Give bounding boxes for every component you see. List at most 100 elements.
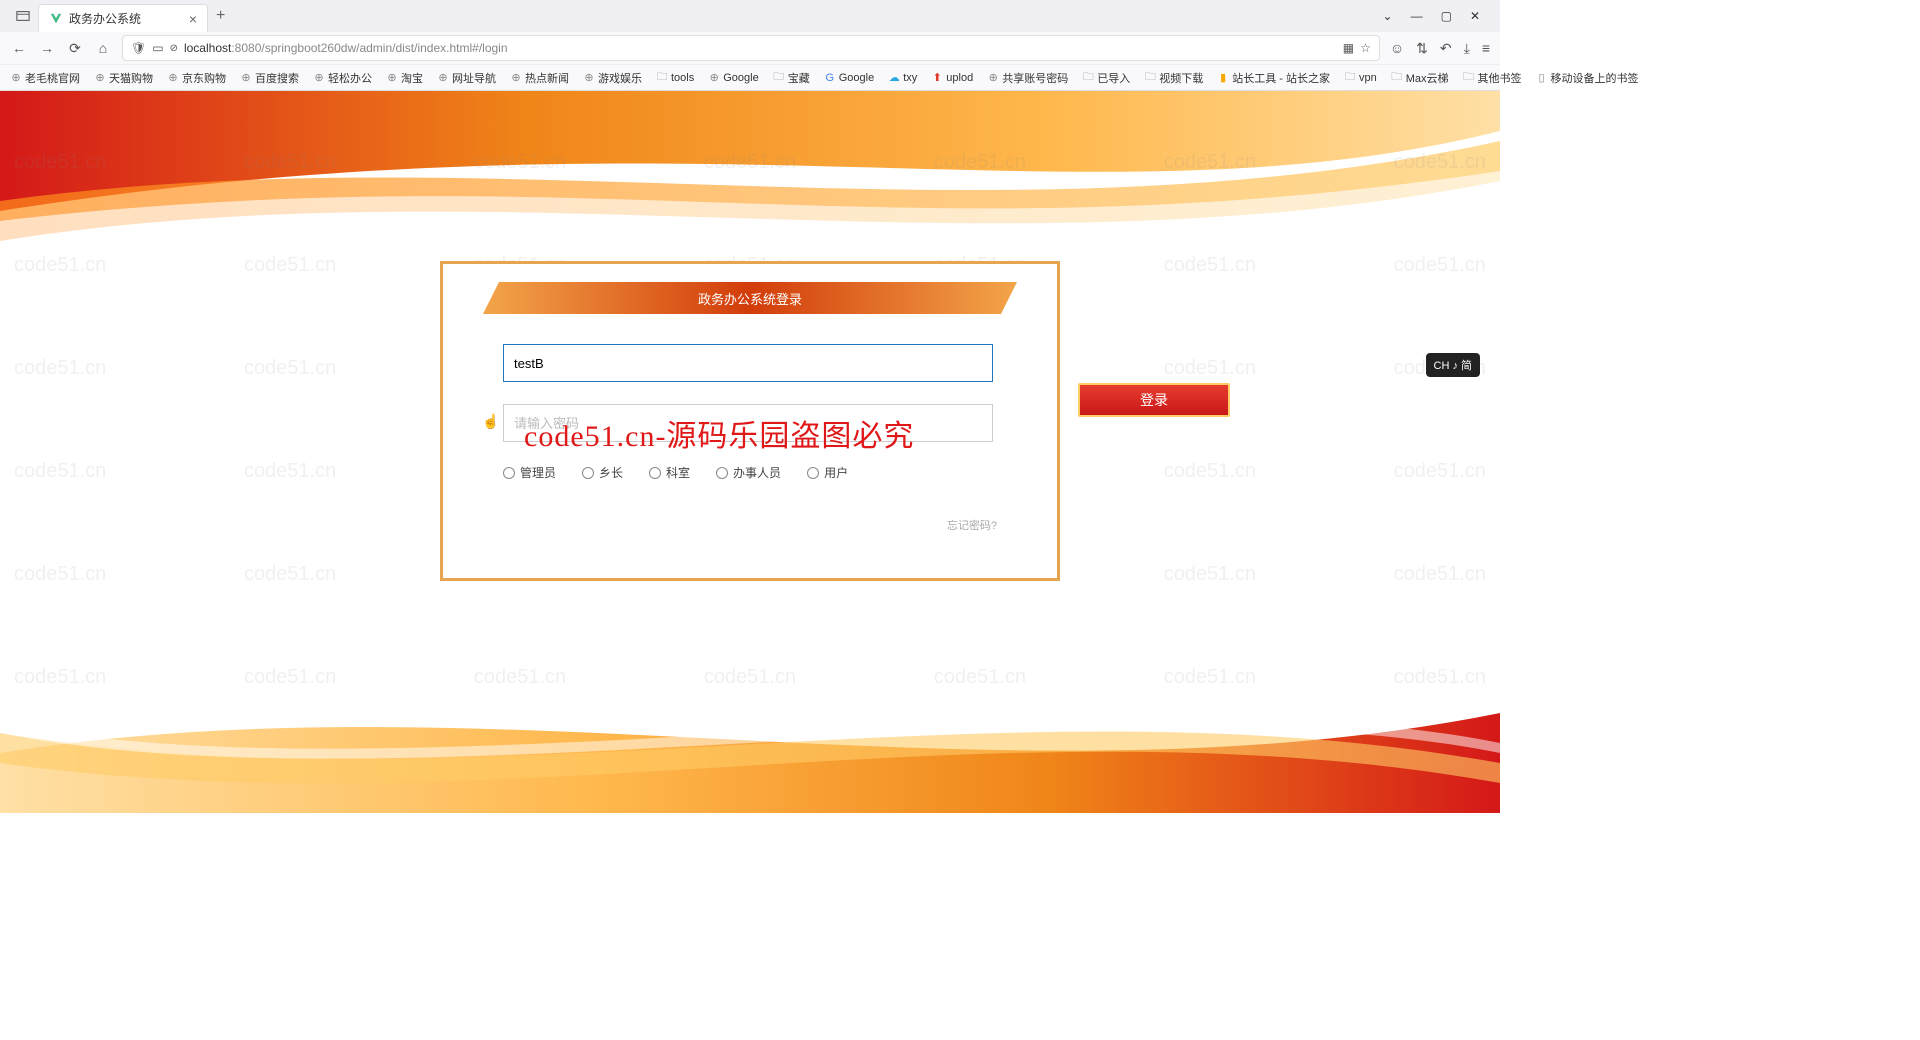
page-content: code51.cncode51.cncode51.cncode51.cncode… <box>0 91 1500 813</box>
globe-icon: ⊕ <box>437 72 449 84</box>
folder-icon: 🗀 <box>1391 72 1403 84</box>
bookmark-item[interactable]: 🗀Max云梯 <box>1391 70 1449 86</box>
bookmark-item[interactable]: 🗀vpn <box>1344 72 1377 84</box>
radio-icon <box>807 467 819 479</box>
permissions-icon: ▭ <box>152 41 163 55</box>
nav-bar: ← → ⟳ ⌂ 🛡 ▭ ⊘ localhost:8080/springboot2… <box>0 32 1500 64</box>
decorative-wave-bottom <box>0 673 1500 813</box>
bookmark-item[interactable]: ⊕天猫购物 <box>94 70 153 86</box>
browser-tab[interactable]: 政务办公系统 × <box>38 4 208 32</box>
bookmark-item[interactable]: ⊕淘宝 <box>386 70 423 86</box>
bookmark-item[interactable]: ⊕轻松办公 <box>313 70 372 86</box>
home-button[interactable]: ⌂ <box>94 39 112 57</box>
account-icon[interactable]: ☺ <box>1390 40 1404 57</box>
bookmark-mobile[interactable]: ▯移动设备上的书签 <box>1536 70 1639 86</box>
bookmark-item[interactable]: ⊕游戏娱乐 <box>583 70 642 86</box>
globe-icon: ⊕ <box>10 72 22 84</box>
folder-icon: 🗀 <box>1144 72 1156 84</box>
bookmark-item[interactable]: 🗀tools <box>656 72 694 84</box>
upload-icon: ⬆ <box>931 72 943 84</box>
url-bar[interactable]: 🛡 ▭ ⊘ localhost:8080/springboot260dw/adm… <box>122 35 1380 61</box>
folder-icon: 🗀 <box>1082 72 1094 84</box>
ime-indicator[interactable]: CH ♪ 简 <box>1426 353 1481 377</box>
connection-icon: ⊘ <box>170 43 178 54</box>
bookmark-other[interactable]: 🗀其他书签 <box>1463 70 1522 86</box>
radio-icon <box>582 467 594 479</box>
bookmark-item[interactable]: 🗀已导入 <box>1082 70 1130 86</box>
password-input[interactable] <box>503 404 993 442</box>
role-radio-group: 管理员 乡长 科室 办事人员 用户 <box>503 464 997 481</box>
role-radio-staff[interactable]: 办事人员 <box>716 464 781 481</box>
decorative-wave-top <box>0 91 1500 261</box>
globe-icon: ⊕ <box>708 72 720 84</box>
reload-button[interactable]: ⟳ <box>66 39 84 57</box>
tab-title: 政务办公系统 <box>69 10 183 27</box>
role-radio-dept[interactable]: 科室 <box>649 464 690 481</box>
tool-icon: ▮ <box>1217 72 1229 84</box>
bookmark-item[interactable]: ⊕老毛桃官网 <box>10 70 80 86</box>
library-icon[interactable]: ⤓ <box>1464 40 1470 57</box>
tab-bar: 政务办公系统 × + ⌄ — ▢ ✕ <box>0 0 1500 32</box>
tab-list-toggle[interactable] <box>8 9 38 23</box>
google-icon: G <box>824 72 836 84</box>
globe-icon: ⊕ <box>987 72 999 84</box>
bookmark-item[interactable]: 🗀视频下载 <box>1144 70 1203 86</box>
bookmark-item[interactable]: ⊕Google <box>708 72 758 84</box>
url-text: localhost:8080/springboot260dw/admin/dis… <box>184 41 508 55</box>
bookmark-item[interactable]: ☁txy <box>888 72 917 84</box>
folder-icon: 🗀 <box>1344 72 1356 84</box>
history-back-icon[interactable]: ↶ <box>1440 40 1452 57</box>
globe-icon: ⊕ <box>583 72 595 84</box>
window-maximize-button[interactable]: ▢ <box>1441 9 1452 23</box>
globe-icon: ⊕ <box>167 72 179 84</box>
folder-icon: 🗀 <box>656 72 668 84</box>
bookmark-item[interactable]: ⊕百度搜索 <box>240 70 299 86</box>
role-radio-township[interactable]: 乡长 <box>582 464 623 481</box>
extensions-icon[interactable]: ⇅ <box>1416 40 1428 57</box>
toolbar-right: ☺ ⇅ ↶ ⤓ ≡ <box>1390 40 1490 57</box>
login-header: 政务办公系统登录 <box>483 282 1017 314</box>
mobile-icon: ▯ <box>1536 72 1548 84</box>
bookmark-item[interactable]: GGoogle <box>824 72 874 84</box>
login-button[interactable]: 登录 <box>1078 383 1230 417</box>
tab-close-button[interactable]: × <box>189 11 197 27</box>
window-minimize-button[interactable]: — <box>1411 9 1423 23</box>
menu-icon[interactable]: ≡ <box>1482 40 1490 57</box>
window-close-button[interactable]: ✕ <box>1470 9 1480 23</box>
browser-chrome: 政务办公系统 × + ⌄ — ▢ ✕ ← → ⟳ ⌂ 🛡 ▭ ⊘ localho… <box>0 0 1500 91</box>
forgot-password: 忘记密码? <box>503 517 997 533</box>
bookmark-item[interactable]: ▮站长工具 - 站长之家 <box>1217 70 1330 86</box>
forgot-password-link[interactable]: 忘记密码? <box>947 520 997 532</box>
new-tab-button[interactable]: + <box>208 7 233 25</box>
shield-icon: 🛡 <box>131 41 146 55</box>
cloud-icon: ☁ <box>888 72 900 84</box>
globe-icon: ⊕ <box>313 72 325 84</box>
radio-icon <box>503 467 515 479</box>
globe-icon: ⊕ <box>240 72 252 84</box>
bookmark-item[interactable]: ⊕共享账号密码 <box>987 70 1068 86</box>
folder-icon: 🗀 <box>1463 72 1475 84</box>
globe-icon: ⊕ <box>386 72 398 84</box>
bookmark-item[interactable]: ⊕京东购物 <box>167 70 226 86</box>
login-card: 政务办公系统登录 管理员 乡长 科室 办事人员 用户 忘记密码? <box>440 261 1060 581</box>
bookmarks-bar: ⊕老毛桃官网 ⊕天猫购物 ⊕京东购物 ⊕百度搜索 ⊕轻松办公 ⊕淘宝 ⊕网址导航… <box>0 64 1500 90</box>
radio-icon <box>649 467 661 479</box>
forward-button[interactable]: → <box>38 39 56 57</box>
username-input[interactable] <box>503 344 993 382</box>
bookmark-item[interactable]: ⊕网址导航 <box>437 70 496 86</box>
radio-icon <box>716 467 728 479</box>
bookmark-star-icon[interactable]: ☆ <box>1360 41 1371 55</box>
bookmark-item[interactable]: ⬆uplod <box>931 72 973 84</box>
back-button[interactable]: ← <box>10 39 28 57</box>
bookmark-item[interactable]: 🗀宝藏 <box>773 70 810 86</box>
bookmark-item[interactable]: ⊕热点新闻 <box>510 70 569 86</box>
window-controls: ⌄ — ▢ ✕ <box>1383 9 1492 23</box>
vue-favicon-icon <box>49 12 63 26</box>
reader-mode-icon[interactable]: ▦ <box>1343 41 1354 55</box>
role-radio-user[interactable]: 用户 <box>807 464 848 481</box>
window-dropdown-icon[interactable]: ⌄ <box>1383 9 1393 23</box>
login-form: 管理员 乡长 科室 办事人员 用户 忘记密码? <box>443 314 1057 543</box>
role-radio-admin[interactable]: 管理员 <box>503 464 556 481</box>
folder-icon: 🗀 <box>773 72 785 84</box>
globe-icon: ⊕ <box>510 72 522 84</box>
